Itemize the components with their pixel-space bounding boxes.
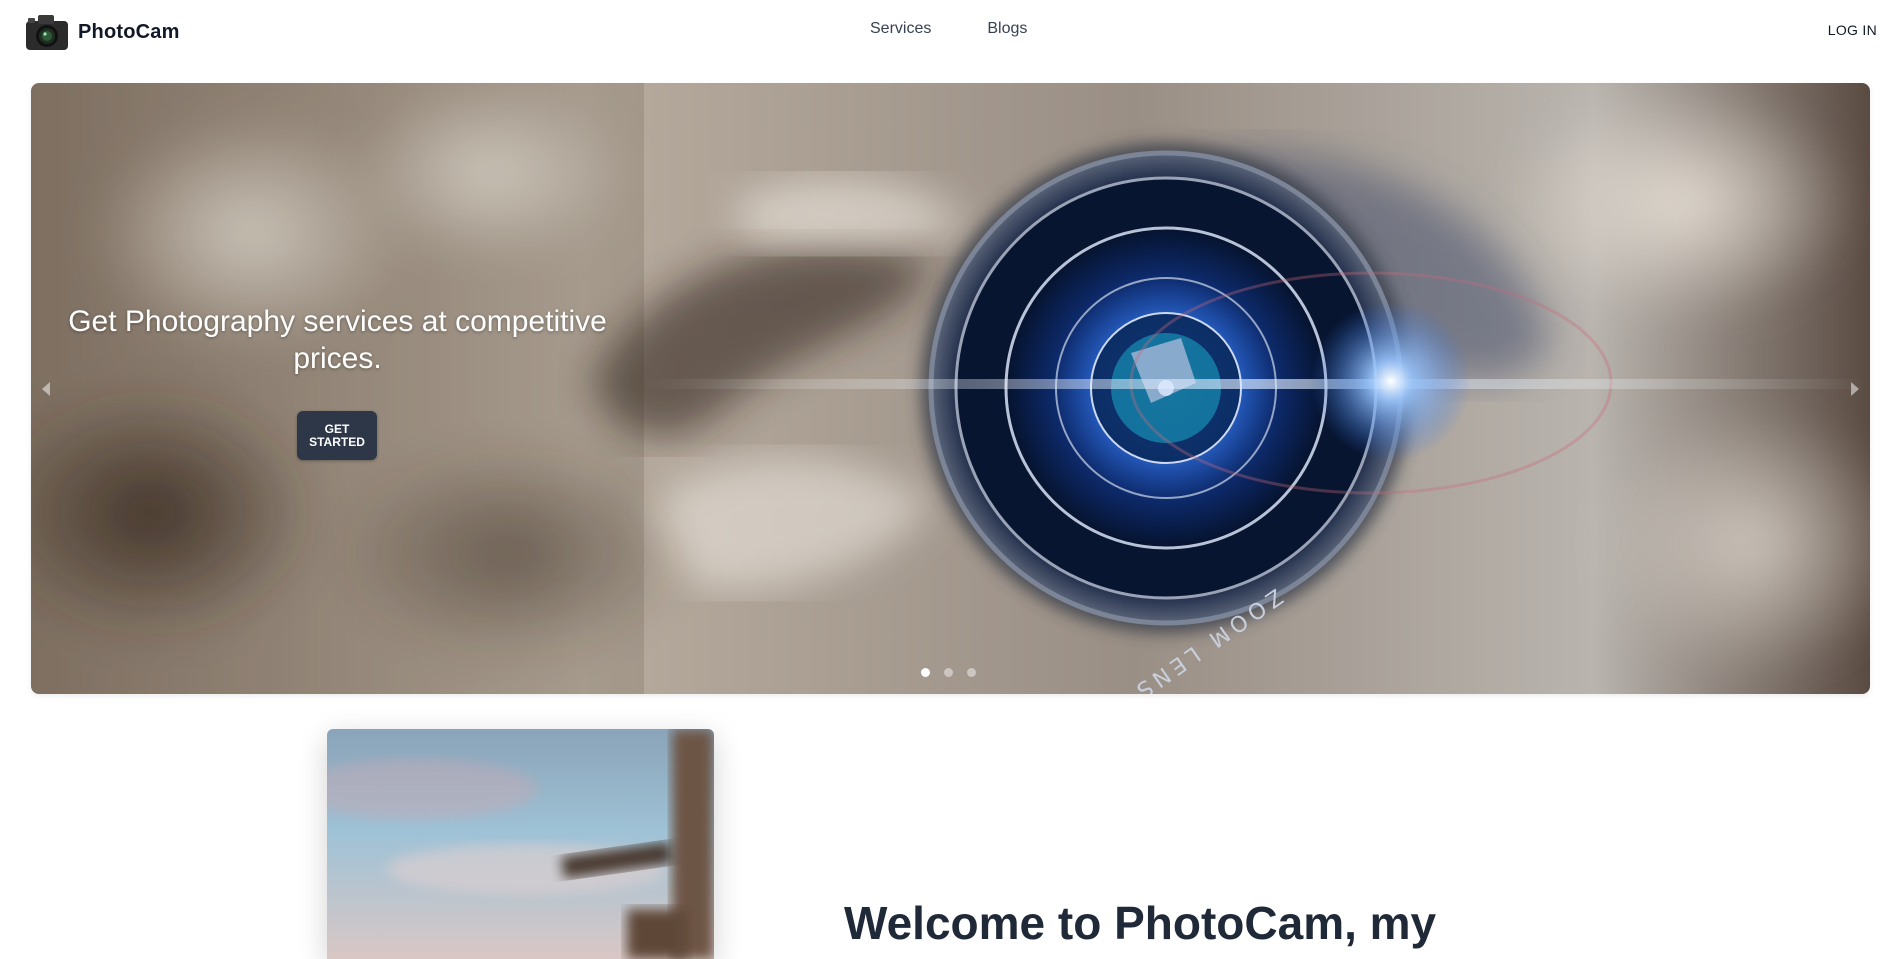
welcome-photo: [327, 729, 714, 959]
chevron-right-icon[interactable]: [1846, 379, 1864, 399]
chevron-left-icon[interactable]: [37, 379, 55, 399]
carousel-dot-3[interactable]: [967, 668, 976, 677]
nav-link-services[interactable]: Services: [870, 20, 931, 38]
carousel-dot-1[interactable]: [921, 668, 930, 677]
hero-headline: Get Photography services at competitive …: [68, 305, 607, 375]
carousel-indicators: [921, 668, 976, 677]
site-header: PhotoCam Services Blogs LOG IN: [0, 0, 1901, 64]
main-nav: Services Blogs: [870, 20, 1027, 38]
camera-icon: [26, 15, 68, 50]
hero-text-overlay: [31, 83, 644, 694]
nav-link-blogs[interactable]: Blogs: [987, 20, 1027, 38]
login-link[interactable]: LOG IN: [1828, 22, 1877, 38]
brand-logo-link[interactable]: PhotoCam: [24, 12, 180, 52]
carousel-dot-2[interactable]: [944, 668, 953, 677]
hero-carousel: ZOOM LENS Get Photography services at co…: [31, 83, 1870, 694]
get-started-button[interactable]: GET STARTED: [297, 411, 377, 460]
welcome-heading: Welcome to PhotoCam, my: [844, 897, 1437, 949]
brand-name: PhotoCam: [78, 20, 180, 43]
